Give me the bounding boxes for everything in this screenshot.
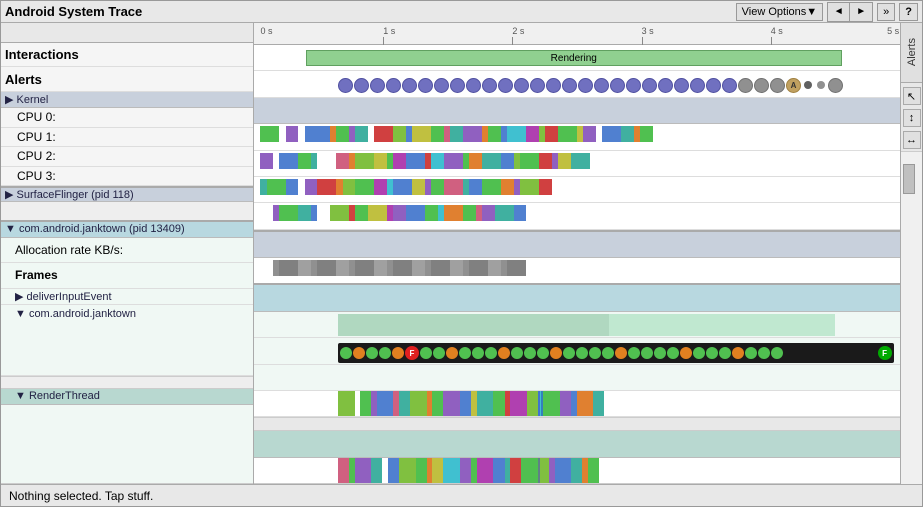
interactions-label-text: Interactions [5, 47, 79, 62]
tick-line-1 [383, 37, 384, 45]
label-renderthread[interactable]: ▼ RenderThread [1, 389, 254, 405]
alloc-label-text: Allocation rate KB/s: [15, 243, 123, 257]
cpu1-vis [260, 153, 893, 169]
jank-cursor [538, 391, 540, 417]
labels-column: Interactions Alerts ▶ Kernel CPU 0: CPU … [1, 23, 254, 484]
tick-2: 2 s [512, 26, 524, 36]
tick-1: 1 s [383, 26, 395, 36]
cpu0-label-text: CPU 0: [17, 110, 56, 124]
tick-0: 0 s [260, 26, 272, 36]
cpu2-label-text: CPU 2: [17, 149, 56, 163]
label-interactions: Interactions [1, 43, 254, 68]
janktown2-label-text: ▼ com.android.janktown [15, 308, 136, 320]
tick-3: 3 s [642, 26, 654, 36]
timeline-ruler: 0 s 1 s 2 s 3 s 4 s 5 s [254, 23, 900, 45]
cpu1-label-text: CPU 1: [17, 130, 56, 144]
label-janktown[interactable]: ▼ com.android.janktown (pid 13409) [1, 222, 254, 238]
tick-line-4 [771, 37, 772, 45]
nav-buttons: ◄ ► [827, 2, 873, 22]
kernel-label-text: ▶ Kernel [5, 93, 48, 106]
expand-button[interactable]: » [877, 3, 895, 21]
right-panel: Alerts ↖ ↕ ↔ [900, 23, 922, 484]
label-kernel[interactable]: ▶ Kernel [1, 92, 254, 108]
label-deliver[interactable]: ▶ deliverInputEvent [1, 289, 254, 305]
trace-janktown2[interactable] [254, 391, 900, 417]
trace-cpu1[interactable] [254, 151, 900, 177]
alerts-tab[interactable]: Alerts [901, 23, 922, 83]
label-cpu3: CPU 3: [1, 167, 254, 187]
help-button[interactable]: ? [899, 3, 918, 21]
label-surfaceflinger[interactable]: ▶ SurfaceFlinger (pid 118) [1, 186, 254, 202]
alerts-label-text: Alerts [5, 72, 42, 87]
tick-line-2 [512, 37, 513, 45]
main-area: Interactions Alerts ▶ Kernel CPU 0: CPU … [1, 23, 922, 484]
trace-frames[interactable]: F [254, 338, 900, 364]
trace-janktown-header [254, 285, 900, 311]
render-vis [338, 458, 894, 484]
trace-cpu2[interactable] [254, 177, 900, 203]
renderthread-label-text: ▼ RenderThread [15, 390, 100, 402]
trace-cpu0[interactable] [254, 124, 900, 150]
trace-cpu3[interactable] [254, 203, 900, 229]
tool-pan-h[interactable]: ↔ [903, 131, 921, 149]
label-alerts: Alerts [1, 67, 254, 92]
alerts-tab-label: Alerts [906, 38, 918, 66]
label-cpu1: CPU 1: [1, 128, 254, 148]
tool-cursor[interactable]: ↖ [903, 87, 921, 105]
title-bar: Android System Trace View Options▼ ◄ ► »… [1, 1, 922, 23]
view-options-button[interactable]: View Options▼ [736, 3, 824, 21]
label-cpu0: CPU 0: [1, 108, 254, 128]
status-bar: Nothing selected. Tap stuff. [1, 484, 922, 506]
toolbar-right: View Options▼ ◄ ► » ? [736, 2, 918, 22]
label-cpu2: CPU 2: [1, 147, 254, 167]
trace-kernel-header [254, 98, 900, 124]
app-title: Android System Trace [5, 4, 142, 19]
alerts-circles: A [338, 75, 894, 95]
scrollbar-thumb[interactable] [903, 164, 915, 194]
trace-alerts[interactable]: A [254, 71, 900, 97]
app-container: Android System Trace View Options▼ ◄ ► »… [0, 0, 923, 507]
frames-label-text: Frames [15, 268, 58, 282]
trace-content: 0 s 1 s 2 s 3 s 4 s 5 s Rendering [254, 23, 900, 484]
cpu2-vis [260, 179, 893, 195]
frames-bar: F [338, 343, 894, 363]
sf-label-text: ▶ SurfaceFlinger (pid 118) [5, 188, 134, 201]
trace-renderthread-header [254, 431, 900, 457]
label-janktown2[interactable]: ▼ com.android.janktown [1, 305, 254, 376]
label-frames: Frames [1, 263, 254, 290]
nav-back-button[interactable]: ◄ [828, 3, 850, 21]
cpu0-vis [260, 126, 893, 142]
janktown-label-text: ▼ com.android.janktown (pid 13409) [5, 223, 185, 235]
timeline-header-spacer [1, 23, 253, 43]
tool-pan-v[interactable]: ↕ [903, 109, 921, 127]
trace-sf-header [254, 230, 900, 258]
trace-deliver[interactable] [254, 365, 900, 391]
render-cursor [538, 458, 540, 484]
tick-4: 4 s [771, 26, 783, 36]
cpu3-vis [260, 205, 893, 221]
jank-cursor2 [541, 391, 543, 417]
tick-line-3 [642, 37, 643, 45]
nav-fwd-button[interactable]: ► [850, 3, 872, 21]
janktown2-vis [338, 391, 894, 417]
label-alloc: Allocation rate KB/s: [1, 238, 254, 263]
sf-vis [260, 260, 893, 276]
trace-alloc[interactable] [254, 312, 900, 338]
label-gap [1, 376, 253, 389]
cpu3-label-text: CPU 3: [17, 169, 56, 183]
trace-sf[interactable] [254, 258, 900, 285]
trace-render[interactable] [254, 458, 900, 484]
label-render-trace [1, 405, 254, 484]
trace-gap [254, 417, 900, 431]
alloc-bar-vis2 [609, 314, 835, 336]
scrollbar-track [901, 151, 922, 484]
tick-5: 5 s [887, 26, 899, 36]
status-message: Nothing selected. Tap stuff. [9, 489, 153, 503]
rendering-bar: Rendering [306, 50, 842, 66]
label-sf-trace [1, 202, 254, 222]
deliver-label-text: ▶ deliverInputEvent [15, 290, 112, 303]
alloc-bar-vis [338, 314, 609, 336]
trace-interactions[interactable]: Rendering [254, 45, 900, 71]
